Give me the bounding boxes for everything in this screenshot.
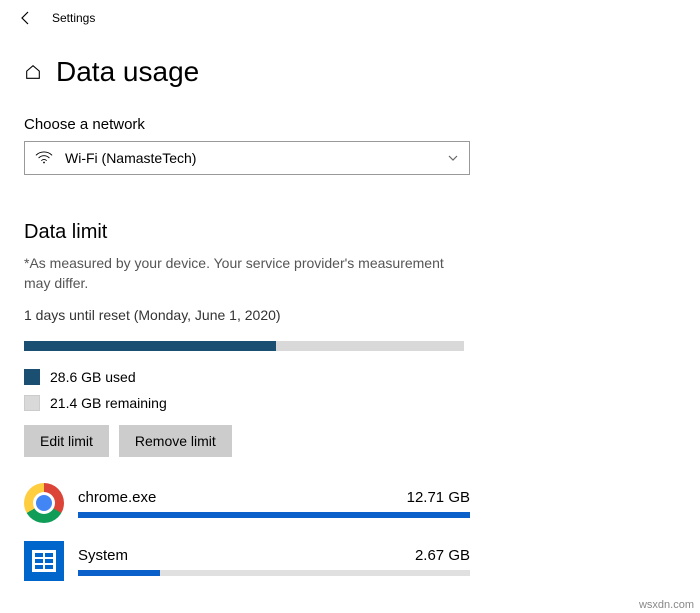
app-bar-fill [78, 512, 470, 518]
reset-info: 1 days until reset (Monday, June 1, 2020… [24, 307, 676, 323]
wifi-icon [35, 151, 53, 165]
legend-used: 28.6 GB used [24, 369, 676, 385]
home-icon [24, 63, 42, 81]
swatch-remaining-icon [24, 395, 40, 411]
usage-bar-fill [24, 341, 276, 351]
legend-remaining: 21.4 GB remaining [24, 395, 676, 411]
page-header: Data usage [24, 56, 676, 88]
used-label: 28.6 GB used [50, 369, 136, 385]
home-button[interactable] [24, 63, 42, 81]
app-bar-fill [78, 570, 160, 576]
remove-limit-button[interactable]: Remove limit [119, 425, 232, 457]
back-button[interactable] [18, 10, 34, 26]
edit-limit-button[interactable]: Edit limit [24, 425, 109, 457]
app-row-chrome: chrome.exe 12.71 GB [24, 483, 470, 523]
app-usage: 12.71 GB [407, 489, 470, 506]
system-icon [24, 541, 64, 581]
title-bar: Settings [0, 0, 700, 36]
swatch-used-icon [24, 369, 40, 385]
network-label: Choose a network [24, 116, 676, 133]
window-title: Settings [52, 11, 95, 25]
page-title: Data usage [56, 56, 199, 88]
chevron-down-icon [447, 152, 459, 164]
app-row-system: System 2.67 GB [24, 541, 470, 581]
usage-bar [24, 341, 464, 351]
data-limit-title: Data limit [24, 221, 676, 244]
network-selected-value: Wi-Fi (NamasteTech) [65, 150, 196, 166]
app-name: System [78, 547, 128, 564]
arrow-left-icon [18, 10, 34, 26]
chrome-icon [24, 483, 64, 523]
app-name: chrome.exe [78, 489, 156, 506]
measurement-note: *As measured by your device. Your servic… [24, 254, 470, 293]
remaining-label: 21.4 GB remaining [50, 395, 167, 411]
attribution: wsxdn.com [639, 599, 694, 611]
app-usage: 2.67 GB [415, 547, 470, 564]
network-select[interactable]: Wi-Fi (NamasteTech) [24, 141, 470, 175]
